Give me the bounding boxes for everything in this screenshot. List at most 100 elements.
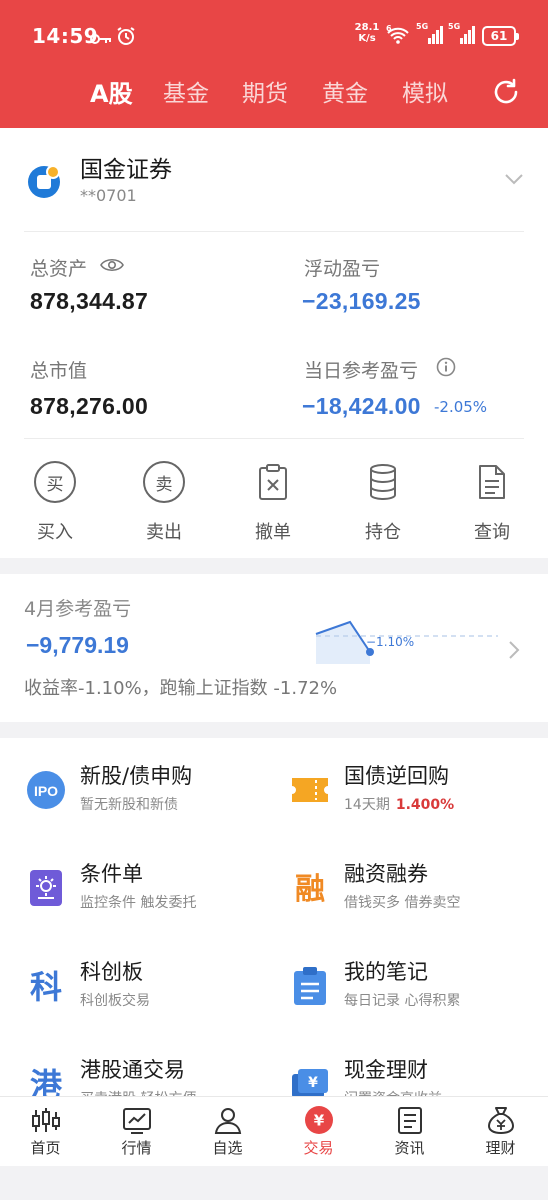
nav-label: 理财	[485, 1139, 516, 1157]
battery-indicator: 61	[482, 26, 519, 46]
service-subtitle: 暂无新股和新债	[80, 797, 178, 813]
nav-wealth[interactable]: 理财	[455, 1105, 546, 1158]
eye-icon[interactable]	[100, 257, 124, 277]
wealth-icon	[455, 1105, 546, 1135]
service-hk-connect[interactable]: 港 港股通交易 买卖港股 轻松方便	[26, 1054, 286, 1098]
cancel-order-icon	[233, 458, 313, 506]
chevron-right-icon[interactable]	[508, 640, 520, 664]
market-value-value: 878,276.00	[30, 393, 149, 419]
nav-home[interactable]: 首页	[0, 1105, 91, 1158]
svg-text:科: 科	[30, 968, 62, 1006]
info-icon[interactable]	[436, 357, 456, 381]
system-navigation-bar	[0, 1166, 548, 1200]
wifi-label: 6	[386, 24, 392, 33]
tab-simulation[interactable]: 模拟	[402, 74, 448, 108]
position-icon	[343, 458, 423, 506]
repo-term: 14天期	[344, 797, 390, 813]
monthly-pl-title: 4月参考盈亏	[24, 598, 132, 620]
service-subtitle: 监控条件 触发委托	[80, 895, 197, 911]
news-icon	[364, 1105, 455, 1135]
service-title: 条件单	[80, 862, 143, 886]
broker-name[interactable]: 国金证券	[80, 150, 172, 184]
svg-text:港: 港	[30, 1066, 63, 1098]
signal-icon-2: 5G	[448, 22, 476, 50]
sell-button[interactable]: 卖 卖出	[124, 458, 204, 544]
refresh-icon[interactable]	[492, 78, 520, 110]
account-number: **0701	[80, 186, 137, 205]
service-cash-management[interactable]: ¥ 现金理财 闲置资金高收益	[290, 1054, 548, 1098]
tab-funds[interactable]: 基金	[163, 74, 209, 108]
margin-icon: 融	[290, 868, 330, 908]
nav-label: 首页	[30, 1139, 61, 1157]
signal1-label: 5G	[416, 22, 429, 31]
service-my-notes[interactable]: 我的笔记 每日记录 心得积累	[290, 956, 548, 1036]
mini-chart-area	[316, 622, 370, 664]
cancel-order-button[interactable]: 撤单	[233, 458, 313, 544]
mini-chart-end-point	[366, 648, 374, 656]
service-title: 科创板	[80, 960, 143, 984]
position-button[interactable]: 持仓	[343, 458, 423, 544]
svg-text:¥: ¥	[308, 1075, 318, 1091]
broker-logo-icon	[26, 162, 64, 204]
nav-label: 交易	[303, 1139, 334, 1157]
service-title: 我的笔记	[344, 960, 428, 984]
status-bar: 14:59 28.1 K/s 6 5G 5G 61	[0, 18, 548, 58]
service-treasury-repo[interactable]: 国债逆回购 14天期 1.400%	[290, 760, 548, 840]
bottom-navigation: 首页 行情 自选 ¥ 交易 资讯 理财	[0, 1096, 548, 1166]
nav-label: 资讯	[394, 1139, 425, 1157]
svg-text:融: 融	[295, 872, 325, 907]
nav-market[interactable]: 行情	[91, 1105, 182, 1158]
daily-pl-value: −18,424.00	[302, 393, 421, 419]
signal-icon: 5G	[416, 22, 444, 50]
status-time: 14:59	[32, 24, 99, 48]
tab-gold[interactable]: 黄金	[322, 74, 368, 108]
home-candlestick-icon	[0, 1105, 91, 1135]
total-assets-label: 总资产	[30, 258, 88, 280]
account-card: 国金证券 **0701 总资产 878,344.87 浮动盈亏 −23,169.…	[0, 128, 548, 558]
floating-pl-value: −23,169.25	[302, 288, 421, 314]
net-speed-unit: K/s	[358, 33, 376, 44]
key-icon	[90, 30, 112, 49]
alarm-icon	[116, 26, 136, 50]
net-speed: 28.1 K/s	[354, 22, 380, 44]
repo-rate: 1.400%	[395, 797, 455, 813]
buy-button[interactable]: 买 买入	[15, 458, 95, 544]
svg-text:IPO: IPO	[34, 783, 58, 799]
cancel-order-label: 撤单	[255, 522, 291, 543]
query-icon	[452, 458, 532, 506]
net-speed-value: 28.1	[354, 22, 380, 33]
service-title: 港股通交易	[80, 1058, 185, 1082]
chevron-down-icon[interactable]	[504, 170, 524, 189]
service-ipo[interactable]: IPO 新股/债申购 暂无新股和新债	[26, 760, 286, 840]
query-button[interactable]: 查询	[452, 458, 532, 544]
watchlist-icon	[182, 1105, 273, 1135]
service-margin-trading[interactable]: 融 融资融券 借钱买多 借券卖空	[290, 858, 548, 938]
trade-icon: ¥	[273, 1105, 364, 1135]
tab-futures[interactable]: 期货	[242, 74, 288, 108]
nav-news[interactable]: 资讯	[364, 1105, 455, 1158]
divider	[24, 231, 524, 232]
svg-text:¥: ¥	[313, 1112, 324, 1130]
service-subtitle: 科创板交易	[80, 993, 150, 1009]
monthly-pl-value: −9,779.19	[26, 632, 129, 658]
service-condition-order[interactable]: 条件单 监控条件 触发委托	[26, 858, 286, 938]
sell-label: 卖出	[146, 522, 182, 543]
wifi-icon: 6	[386, 24, 410, 48]
service-title: 现金理财	[344, 1058, 428, 1082]
nav-watchlist[interactable]: 自选	[182, 1105, 273, 1158]
monthly-pl-card[interactable]: 4月参考盈亏 −9,779.19 收益率-1.10%，跑输上证指数 -1.72%…	[0, 574, 548, 722]
nav-label: 行情	[121, 1139, 152, 1157]
service-star-market[interactable]: 科 科创板 科创板交易	[26, 956, 286, 1036]
tab-a-shares[interactable]: A股	[90, 74, 133, 109]
daily-pl-label: 当日参考盈亏	[304, 360, 419, 382]
nav-trade[interactable]: ¥ 交易	[273, 1105, 364, 1158]
mini-chart-label: −1.10%	[366, 635, 414, 649]
services-grid: IPO 新股/债申购 暂无新股和新债 国债逆回购 14天期 1.400% 条件单 …	[0, 738, 548, 1098]
cash-icon: ¥	[290, 1064, 330, 1098]
service-subtitle: 每日记录 心得积累	[344, 993, 461, 1009]
signal2-label: 5G	[448, 22, 461, 31]
divider	[24, 438, 524, 439]
service-subtitle: 借钱买多 借券卖空	[344, 895, 461, 911]
query-label: 查询	[474, 522, 510, 543]
hk-connect-icon: 港	[26, 1064, 66, 1098]
